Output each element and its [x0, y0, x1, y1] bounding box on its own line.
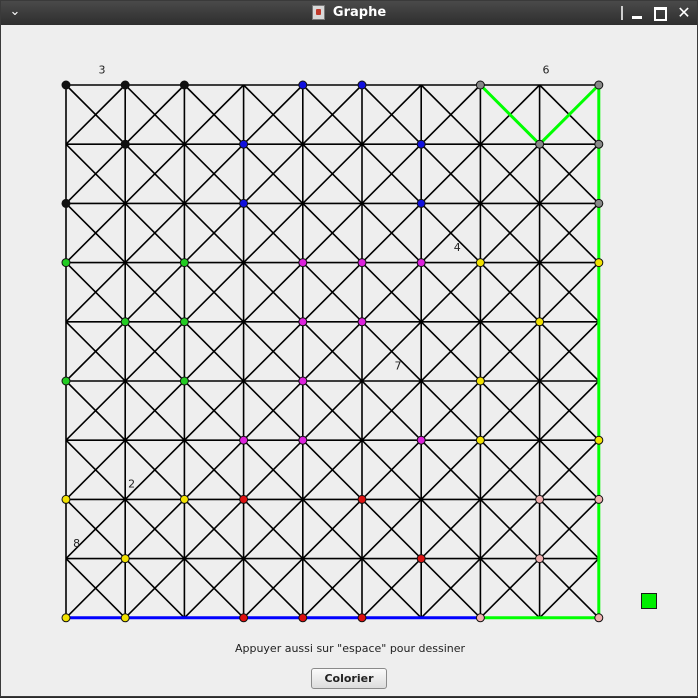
graph-node-black[interactable]	[179, 80, 189, 90]
graph-node-blue[interactable]	[239, 139, 249, 149]
graph-node-blue[interactable]	[416, 139, 426, 149]
graph-node-black[interactable]	[61, 198, 71, 208]
graph-node-blue[interactable]	[298, 80, 308, 90]
graph-node-blue[interactable]	[239, 198, 249, 208]
graph-node-green[interactable]	[61, 376, 71, 386]
graph-node-pink[interactable]	[594, 613, 604, 623]
graph-node-yellow[interactable]	[61, 494, 71, 504]
graph-node-magenta[interactable]	[357, 258, 367, 268]
graph-node-red[interactable]	[298, 613, 308, 623]
graph-node-yellow[interactable]	[594, 435, 604, 445]
graph-node-yellow[interactable]	[120, 554, 130, 564]
graph-label-4: 4	[454, 241, 461, 254]
graph-node-gray[interactable]	[535, 139, 545, 149]
graph-node-yellow[interactable]	[594, 258, 604, 268]
graph-node-green[interactable]	[61, 258, 71, 268]
graph-node-pink[interactable]	[475, 613, 485, 623]
graph-node-magenta[interactable]	[416, 435, 426, 445]
graph-node-black[interactable]	[61, 80, 71, 90]
graph-node-pink[interactable]	[594, 494, 604, 504]
graph-node-pink[interactable]	[535, 554, 545, 564]
colorier-button[interactable]: Colorier	[311, 668, 387, 689]
graph-label-3: 3	[99, 63, 106, 76]
graph-node-green[interactable]	[179, 258, 189, 268]
graph-node-red[interactable]	[239, 494, 249, 504]
graph-node-magenta[interactable]	[298, 317, 308, 327]
graph-node-magenta[interactable]	[298, 258, 308, 268]
graph-node-red[interactable]	[416, 554, 426, 564]
graph-node-black[interactable]	[120, 139, 130, 149]
graph-node-yellow[interactable]	[475, 376, 485, 386]
graph-node-red[interactable]	[357, 613, 367, 623]
graph-node-green[interactable]	[179, 317, 189, 327]
graph-node-gray[interactable]	[594, 198, 604, 208]
graph-label-2: 2	[128, 478, 135, 491]
graph-node-yellow[interactable]	[120, 613, 130, 623]
graph-node-green[interactable]	[179, 376, 189, 386]
graph-node-green[interactable]	[120, 317, 130, 327]
graph-node-blue[interactable]	[357, 80, 367, 90]
graph-label-8: 8	[73, 537, 80, 550]
graph-label-7: 7	[395, 359, 402, 372]
graph-canvas[interactable]: 3 6 4 7 2 8	[1, 1, 698, 698]
graph-node-gray[interactable]	[475, 80, 485, 90]
graph-node-red[interactable]	[239, 613, 249, 623]
graph-node-magenta[interactable]	[357, 317, 367, 327]
graph-node-gray[interactable]	[594, 80, 604, 90]
graph-node-pink[interactable]	[535, 494, 545, 504]
graph-node-black[interactable]	[120, 80, 130, 90]
graph-window: ⌄ Graphe ✕ 364728 Appuyer aussi sur "esp…	[0, 0, 698, 697]
graph-node-magenta[interactable]	[298, 376, 308, 386]
graph-node-blue[interactable]	[416, 198, 426, 208]
graph-node-magenta[interactable]	[239, 435, 249, 445]
graph-node-yellow[interactable]	[535, 317, 545, 327]
graph-node-yellow[interactable]	[61, 613, 71, 623]
instruction-text: Appuyer aussi sur "espace" pour dessiner	[234, 642, 466, 655]
graph-node-magenta[interactable]	[416, 258, 426, 268]
graph-node-gray[interactable]	[594, 139, 604, 149]
graph-node-yellow[interactable]	[475, 435, 485, 445]
graph-label-6: 6	[543, 63, 550, 76]
graph-node-yellow[interactable]	[179, 494, 189, 504]
current-color-swatch[interactable]	[641, 593, 657, 609]
graph-node-yellow[interactable]	[475, 258, 485, 268]
graph-node-magenta[interactable]	[298, 435, 308, 445]
graph-node-red[interactable]	[357, 494, 367, 504]
